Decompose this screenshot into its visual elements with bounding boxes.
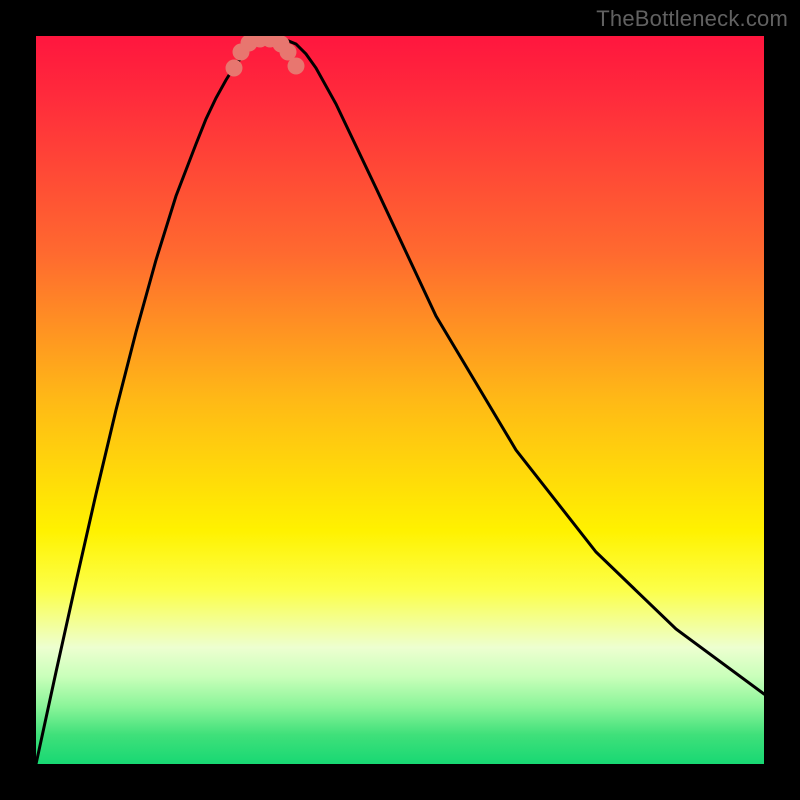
marker-dot [288,58,305,75]
bottleneck-curve [36,38,764,764]
watermark-text: TheBottleneck.com [596,6,788,32]
marker-dot [226,60,243,77]
chart-svg [36,36,764,764]
chart-plot-area [36,36,764,764]
